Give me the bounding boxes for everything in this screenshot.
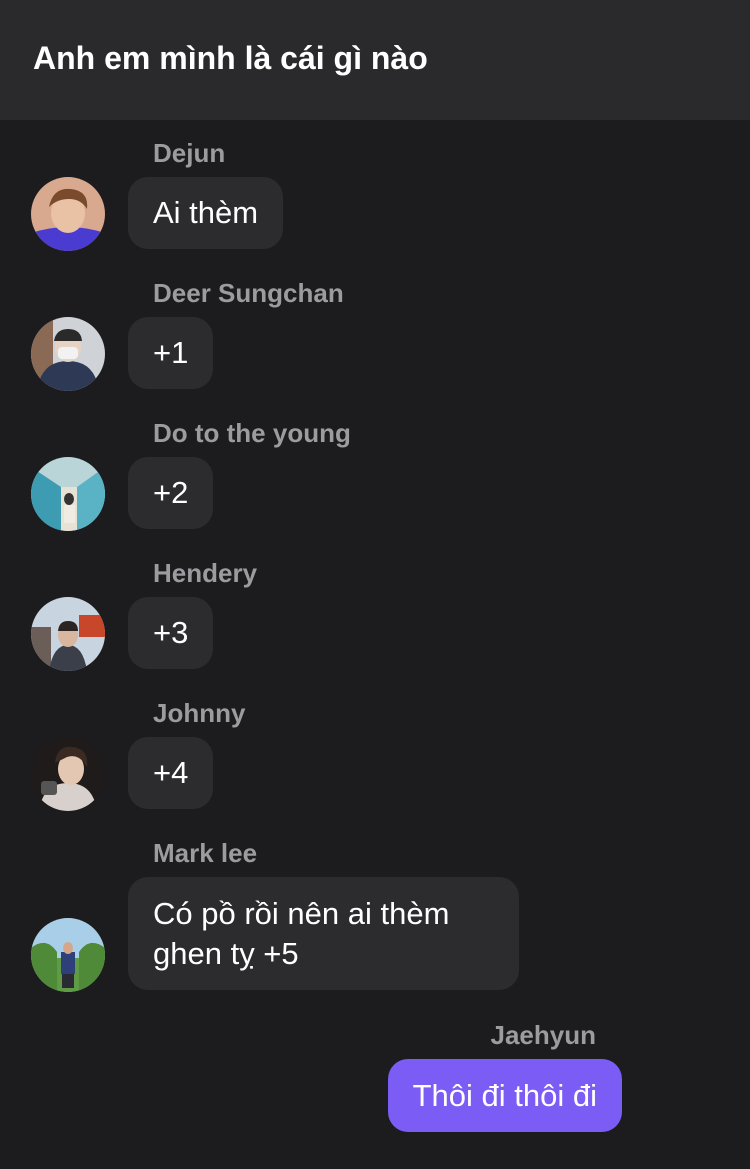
message-bubble[interactable]: +1: [128, 317, 214, 389]
message-bubble[interactable]: Ai thèm: [128, 177, 284, 249]
own-message-bubble[interactable]: Thôi đi thôi đi: [387, 1059, 622, 1132]
sender-name: Mark lee: [153, 838, 258, 868]
own-sender-name: Jaehyun: [490, 1020, 597, 1050]
avatar[interactable]: [31, 918, 105, 992]
message-bubble[interactable]: +4: [128, 737, 214, 809]
avatar[interactable]: [31, 177, 105, 251]
sender-name: Johnny: [153, 698, 246, 728]
message-bubble[interactable]: +2: [128, 457, 214, 529]
chat-header: Anh em mình là cái gì nào: [0, 0, 750, 120]
sender-name: Do to the young: [153, 418, 351, 448]
avatar[interactable]: [31, 317, 105, 391]
avatar[interactable]: [31, 597, 105, 671]
avatar[interactable]: [31, 457, 105, 531]
sender-name: Deer Sungchan: [153, 278, 344, 308]
avatar[interactable]: [31, 737, 105, 811]
message-bubble[interactable]: +3: [128, 597, 214, 669]
sender-name: Dejun: [153, 138, 226, 168]
sender-name: Hendery: [153, 558, 258, 588]
message-bubble[interactable]: Có pồ rồi nên ai thèm ghen tỵ +5: [128, 877, 519, 990]
chat-title: Anh em mình là cái gì nào: [33, 40, 428, 76]
